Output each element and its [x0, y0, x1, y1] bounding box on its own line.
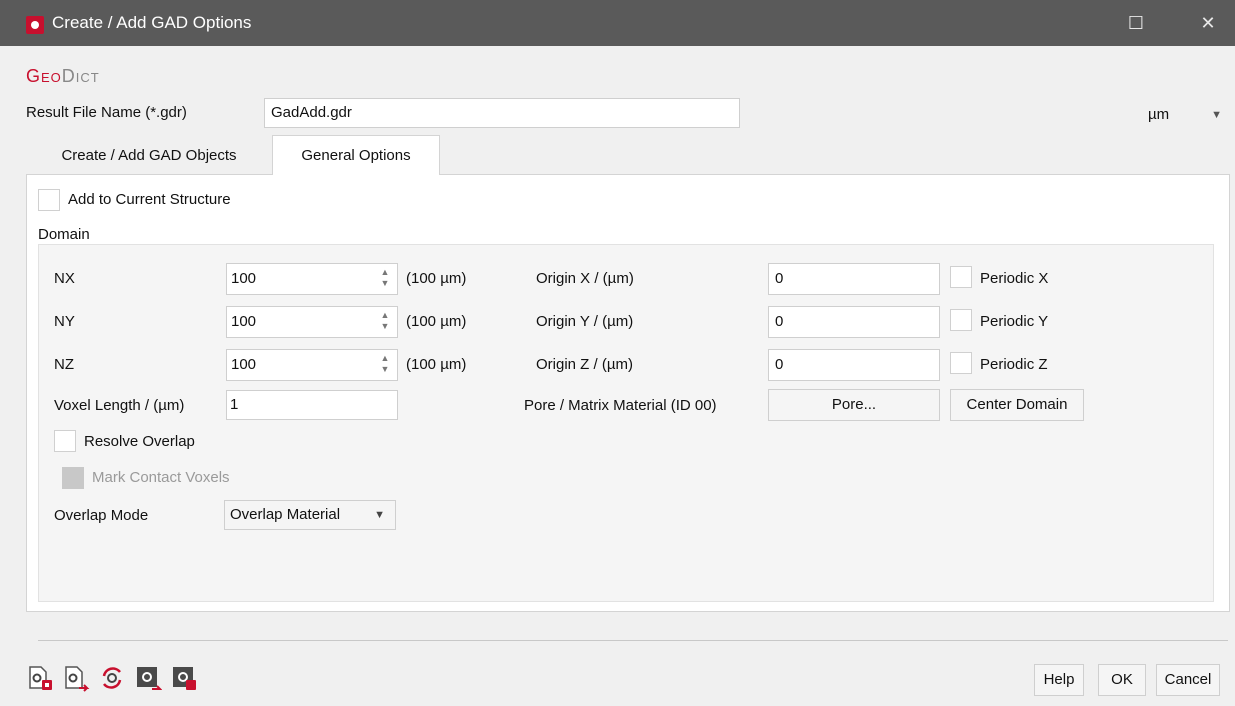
save-settings-icon[interactable]: [62, 664, 90, 692]
resolve-overlap-checkbox[interactable]: [54, 430, 76, 452]
nx-spinbox[interactable]: 100 ▲ ▼: [226, 263, 398, 295]
window-titlebar: Create / Add GAD Options ☐ ✕: [0, 0, 1235, 46]
center-domain-button[interactable]: Center Domain: [950, 389, 1084, 421]
mark-contact-voxels-label: Mark Contact Voxels: [92, 469, 230, 486]
ny-spinbox[interactable]: 100 ▲ ▼: [226, 306, 398, 338]
help-button[interactable]: Help: [1034, 664, 1084, 696]
origin-x-label: Origin X / (µm): [536, 270, 634, 287]
load-settings-icon[interactable]: [26, 664, 54, 692]
chevron-down-icon: ▼: [374, 509, 385, 521]
origin-z-input[interactable]: 0: [768, 349, 940, 381]
nz-spinbox[interactable]: 100 ▲ ▼: [226, 349, 398, 381]
origin-z-label: Origin Z / (µm): [536, 356, 633, 373]
geodict-app-icon: [26, 16, 44, 34]
result-file-input[interactable]: GadAdd.gdr: [264, 98, 740, 128]
periodic-y-label: Periodic Y: [980, 313, 1049, 330]
nz-size-label: (100 µm): [406, 356, 467, 373]
voxel-length-input[interactable]: 1: [226, 390, 398, 420]
nx-size-label: (100 µm): [406, 270, 467, 287]
import-macro-icon[interactable]: [134, 664, 162, 692]
origin-y-label: Origin Y / (µm): [536, 313, 634, 330]
footer-separator: [38, 640, 1228, 641]
add-to-current-structure-checkbox[interactable]: [38, 189, 60, 211]
spin-arrows-icon[interactable]: ▲ ▼: [379, 310, 391, 334]
voxel-length-label: Voxel Length / (µm): [54, 397, 185, 414]
periodic-z-checkbox[interactable]: [950, 352, 972, 374]
tab-create-add-gad-objects[interactable]: Create / Add GAD Objects: [26, 135, 272, 175]
ny-size-label: (100 µm): [406, 313, 467, 330]
unit-select[interactable]: µm ▼: [1148, 101, 1228, 129]
overlap-mode-label: Overlap Mode: [54, 507, 149, 524]
nz-label: NZ: [54, 356, 74, 373]
periodic-z-label: Periodic Z: [980, 356, 1048, 373]
maximize-button[interactable]: ☐: [1116, 8, 1156, 38]
reset-settings-icon[interactable]: [98, 664, 126, 692]
mark-contact-voxels-checkbox[interactable]: [62, 467, 84, 489]
origin-y-input[interactable]: 0: [768, 306, 940, 338]
result-file-label: Result File Name (*.gdr): [26, 104, 187, 121]
cancel-button[interactable]: Cancel: [1156, 664, 1220, 696]
domain-group-label: Domain: [38, 226, 90, 243]
ok-button[interactable]: OK: [1098, 664, 1146, 696]
unit-select-value: µm: [1148, 106, 1170, 123]
export-macro-icon[interactable]: [170, 664, 198, 692]
window-title: Create / Add GAD Options: [52, 13, 252, 32]
ny-value: 100: [231, 313, 257, 330]
tab-general-options[interactable]: General Options: [272, 135, 440, 175]
geodict-logo: GeoDict: [26, 66, 100, 86]
ny-label: NY: [54, 313, 75, 330]
spin-arrows-icon[interactable]: ▲ ▼: [379, 353, 391, 377]
chevron-down-icon: ▼: [1211, 109, 1222, 121]
nx-label: NX: [54, 270, 75, 287]
origin-x-input[interactable]: 0: [768, 263, 940, 295]
periodic-x-label: Periodic X: [980, 270, 1049, 287]
overlap-mode-select[interactable]: Overlap Material ▼: [224, 500, 396, 530]
overlap-mode-value: Overlap Material: [230, 506, 341, 523]
domain-group: [38, 244, 1214, 602]
spin-arrows-icon[interactable]: ▲ ▼: [379, 267, 391, 291]
periodic-x-checkbox[interactable]: [950, 266, 972, 288]
nz-value: 100: [231, 356, 257, 373]
resolve-overlap-label: Resolve Overlap: [84, 433, 195, 450]
periodic-y-checkbox[interactable]: [950, 309, 972, 331]
pore-button[interactable]: Pore...: [768, 389, 940, 421]
close-button[interactable]: ✕: [1188, 8, 1228, 38]
add-to-current-structure-label: Add to Current Structure: [68, 191, 231, 208]
pore-matrix-material-label: Pore / Matrix Material (ID 00): [524, 397, 717, 414]
nx-value: 100: [231, 270, 257, 287]
